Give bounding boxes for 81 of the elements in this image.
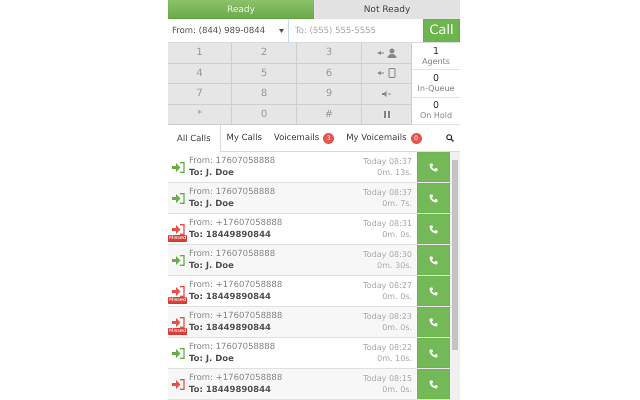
call-time: Today 08:31 [363, 219, 412, 228]
caller-number: From: +17607058888 [189, 373, 284, 383]
phone-icon [429, 348, 438, 358]
caller-number: From: +17607058888 [189, 280, 284, 290]
call-duration: 0m. 0s. [382, 292, 412, 301]
call-row[interactable]: From: +17607058888 To: 18449890844 Today 08:15 0m. 0s. [168, 369, 450, 400]
caller-number: From: +17607058888 [189, 218, 284, 228]
missed-call-icon [172, 286, 185, 296]
incoming-call-icon [172, 162, 185, 172]
call-row[interactable]: From: 17607058888 To: J. Doe Today 08:22 0m. 10s. [168, 338, 450, 369]
transfer-to-phone-icon [376, 68, 396, 78]
call-back-button[interactable] [416, 214, 450, 244]
missed-call-icon [172, 224, 185, 234]
call-back-button[interactable] [416, 245, 450, 275]
callee-name: To: 18449890844 [189, 323, 272, 333]
call-duration: 0m. 0s. [382, 323, 412, 332]
status-tab[interactable]: Not Ready [314, 0, 460, 19]
scrollbar[interactable] [450, 152, 460, 400]
call-time: Today 08:27 [363, 281, 412, 290]
pause-icon [384, 110, 390, 118]
call-duration: 0m. 10s. [377, 354, 412, 363]
call-time: Today 08:22 [363, 343, 412, 352]
phone-icon [429, 380, 438, 388]
call-back-button[interactable] [416, 369, 450, 399]
caller-number: From: 17607058888 [189, 249, 276, 259]
stat-label: On Hold [420, 111, 452, 122]
phone-icon [429, 256, 438, 264]
call-back-button[interactable] [416, 307, 450, 337]
callee-name: To: J. Doe [189, 354, 235, 364]
missed-call-icon [172, 378, 185, 390]
stat-value: 0 [432, 100, 440, 112]
incoming-call-icon [172, 254, 185, 266]
caret-icon [279, 28, 284, 32]
keypad-action-button[interactable] [362, 64, 412, 84]
phone-icon [429, 194, 438, 202]
caller-number: From: +17607058888 [189, 311, 284, 321]
phone-icon [429, 286, 438, 296]
phone-icon [429, 224, 438, 234]
callee-name: To: 18449890844 [189, 385, 272, 395]
search-icon [446, 134, 454, 142]
call-time: Today 08:23 [363, 312, 412, 321]
callee-name: To: 18449890844 [189, 230, 272, 240]
call-back-button[interactable] [416, 152, 450, 182]
call-duration: 0m. 30s. [377, 261, 412, 270]
callee-name: To: 18449890844 [189, 292, 272, 302]
call-row[interactable]: From: 17607058888 To: J. Doe Today 08:37 0m. 13s. [168, 152, 450, 183]
keypad-action-button[interactable] [362, 84, 412, 104]
phone-icon [429, 318, 438, 326]
callee-name: To: J. Doe [189, 199, 235, 209]
callee-name: To: J. Doe [189, 261, 235, 271]
incoming-call-icon [172, 192, 185, 204]
stat-label: Agents [422, 56, 450, 67]
keypad-action-button[interactable] [362, 104, 412, 125]
call-time: Today 08:15 [363, 374, 412, 383]
call-duration: 0m. 0s. [382, 230, 412, 239]
call-row[interactable]: From: 17607058888 To: J. Doe Today 08:37 0m. 7s. [168, 183, 450, 214]
stat-label: In-Queue [418, 84, 454, 94]
call-duration: 0m. 0s. [382, 385, 412, 394]
call-time: Today 08:37 [363, 157, 412, 166]
transfer-to-person-icon [376, 48, 396, 58]
call-back-button[interactable] [416, 183, 450, 213]
call-duration: 0m. 13s. [377, 168, 412, 177]
speaker-icon [382, 90, 392, 97]
stat-value: 1 [432, 46, 440, 57]
phone-icon [429, 162, 438, 172]
call-time: Today 08:30 [363, 250, 412, 259]
call-row[interactable]: From: 17607058888 To: J. Doe Today 08:30 0m. 30s. [168, 245, 450, 276]
incoming-call-icon [172, 348, 185, 358]
call-back-button[interactable] [416, 276, 450, 306]
missed-call-icon [172, 316, 185, 328]
call-list-tab[interactable]: My Calls [220, 125, 268, 151]
caller-number: From: 17607058888 [189, 187, 276, 197]
caller-number: From: 17607058888 [189, 156, 276, 166]
keypad-action-button[interactable] [362, 43, 412, 64]
stat-value: 0 [432, 72, 440, 84]
call-list-tab[interactable]: All Calls [168, 125, 221, 152]
caller-number: From: 17607058888 [189, 342, 276, 352]
call-time: Today 08:37 [363, 188, 412, 197]
call-duration: 0m. 7s. [382, 199, 412, 208]
call-back-button[interactable] [416, 338, 450, 368]
callee-name: To: J. Doe [189, 168, 235, 178]
